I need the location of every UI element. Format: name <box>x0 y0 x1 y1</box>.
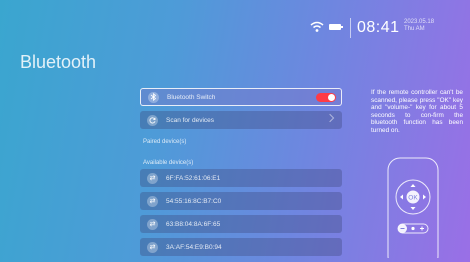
scan-devices-label: Scan for devices <box>166 116 215 124</box>
status-divider <box>350 18 351 38</box>
available-devices-heading: Available device(s) <box>143 160 194 166</box>
paired-devices-heading: Paired device(s) <box>143 139 187 145</box>
refresh-icon <box>147 114 158 126</box>
device-icon: ⇄ <box>147 241 158 253</box>
day-line: Thu AM <box>404 26 425 32</box>
device-row[interactable]: ⇄ 3A:AF:54:E9:B0:94 <box>140 238 342 256</box>
clock-date: 2023.05.18 Thu AM <box>404 19 434 33</box>
device-icon: ⇄ <box>147 195 158 207</box>
clock-time: 08:41 <box>357 19 400 36</box>
status-bar: 08:41 2023.05.18 Thu AM <box>0 18 470 44</box>
bluetooth-switch-row[interactable]: Bluetooth Switch <box>140 88 342 106</box>
date-line: 2023.05.18 <box>404 19 435 25</box>
help-text: If the remote controller can't be scanne… <box>371 89 463 134</box>
battery-icon <box>329 24 343 30</box>
device-mac: 63:B8:04:8A:6F:65 <box>166 220 221 228</box>
device-mac: 6F:FA:52:61:06:E1 <box>166 174 221 182</box>
page-title: Bluetooth <box>20 52 97 72</box>
device-mac: 54:55:16:8C:B7:C0 <box>166 197 222 205</box>
scan-devices-row[interactable]: Scan for devices <box>140 111 342 129</box>
bluetooth-switch-label: Bluetooth Switch <box>167 93 216 101</box>
svg-text:OK: OK <box>408 195 418 202</box>
remote-control-icon: OK <box>387 157 439 258</box>
wifi-icon <box>310 21 324 32</box>
bluetooth-toggle[interactable] <box>316 93 336 102</box>
device-icon: ⇄ <box>147 172 158 184</box>
bluetooth-icon <box>148 91 159 103</box>
device-row[interactable]: ⇄ 54:55:16:8C:B7:C0 <box>140 192 342 210</box>
device-icon: ⇄ <box>147 218 158 230</box>
chevron-right-icon <box>325 113 335 123</box>
device-row[interactable]: ⇄ 6F:FA:52:61:06:E1 <box>140 169 342 187</box>
device-row[interactable]: ⇄ 63:B8:04:8A:6F:65 <box>140 215 342 233</box>
device-mac: 3A:AF:54:E9:B0:94 <box>166 243 222 251</box>
